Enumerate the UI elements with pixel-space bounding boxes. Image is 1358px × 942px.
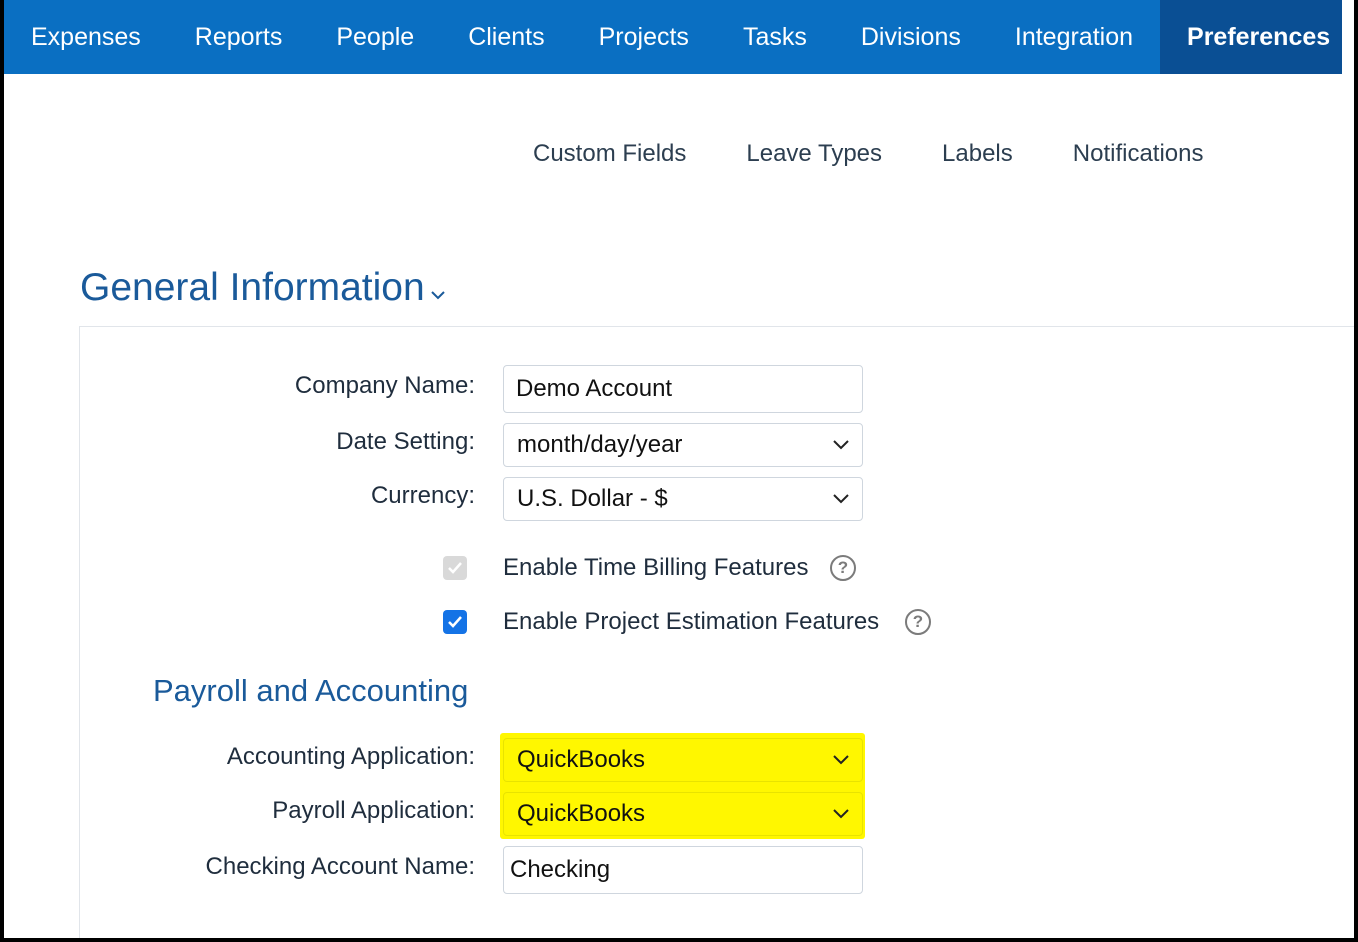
payroll-application-label: Payroll Application: [272, 797, 475, 824]
checkmark-icon [448, 562, 462, 574]
chevron-down-icon [833, 494, 849, 504]
time-billing-checkbox [443, 556, 467, 580]
chevron-down-icon [430, 284, 445, 305]
nav-item-clients[interactable]: Clients [441, 0, 571, 74]
top-navigation-bar: Expenses Reports People Clients Projects… [0, 0, 1358, 74]
subnav-notifications[interactable]: Notifications [1073, 140, 1204, 168]
currency-value: U.S. Dollar - $ [517, 485, 668, 512]
checking-account-input[interactable]: Checking [503, 846, 863, 894]
project-estimation-checkbox[interactable] [443, 610, 467, 634]
nav-item-tasks[interactable]: Tasks [716, 0, 834, 74]
subnav-custom-fields[interactable]: Custom Fields [533, 140, 686, 168]
accounting-application-value: QuickBooks [517, 746, 646, 773]
nav-edge-spacer [1342, 0, 1358, 74]
checking-account-value: Checking [510, 856, 611, 883]
nav-item-people[interactable]: People [309, 0, 441, 74]
accounting-application-label: Accounting Application: [226, 743, 475, 770]
date-setting-value: month/day/year [517, 431, 683, 458]
subnav-leave-types[interactable]: Leave Types [746, 140, 882, 168]
help-circle-icon[interactable]: ? [905, 609, 931, 635]
chevron-down-icon [833, 440, 849, 450]
section-title: General Information [80, 266, 425, 309]
payroll-application-value: QuickBooks [517, 800, 646, 827]
date-setting-label: Date Setting: [336, 428, 475, 455]
checkmark-icon [448, 616, 462, 628]
nav-item-expenses[interactable]: Expenses [4, 0, 168, 74]
currency-label: Currency: [370, 482, 475, 509]
payroll-application-select[interactable]: QuickBooks [503, 792, 863, 836]
help-circle-icon[interactable]: ? [830, 555, 856, 581]
checking-account-label: Checking Account Name: [205, 853, 475, 880]
chevron-down-icon [833, 809, 849, 819]
chevron-down-icon [833, 755, 849, 765]
accounting-application-select[interactable]: QuickBooks [503, 738, 863, 782]
nav-item-projects[interactable]: Projects [572, 0, 716, 74]
project-estimation-label: Enable Project Estimation Features [503, 608, 880, 635]
subnav-labels[interactable]: Labels [942, 140, 1013, 168]
company-name-input[interactable]: Demo Account [503, 365, 863, 413]
payroll-accounting-title: Payroll and Accounting [153, 673, 469, 708]
company-name-label: Company Name: [294, 372, 475, 399]
nav-item-divisions[interactable]: Divisions [834, 0, 988, 74]
preferences-subnav: Custom Fields Leave Types Labels Notific… [533, 140, 1264, 168]
nav-item-reports[interactable]: Reports [168, 0, 310, 74]
date-setting-select[interactable]: month/day/year [503, 423, 863, 467]
time-billing-label: Enable Time Billing Features [503, 554, 809, 581]
nav-item-integration[interactable]: Integration [988, 0, 1160, 74]
general-information-header[interactable]: General Information [80, 266, 445, 310]
currency-select[interactable]: U.S. Dollar - $ [503, 477, 863, 521]
company-name-value: Demo Account [516, 375, 673, 402]
nav-item-preferences[interactable]: Preferences [1160, 0, 1358, 74]
